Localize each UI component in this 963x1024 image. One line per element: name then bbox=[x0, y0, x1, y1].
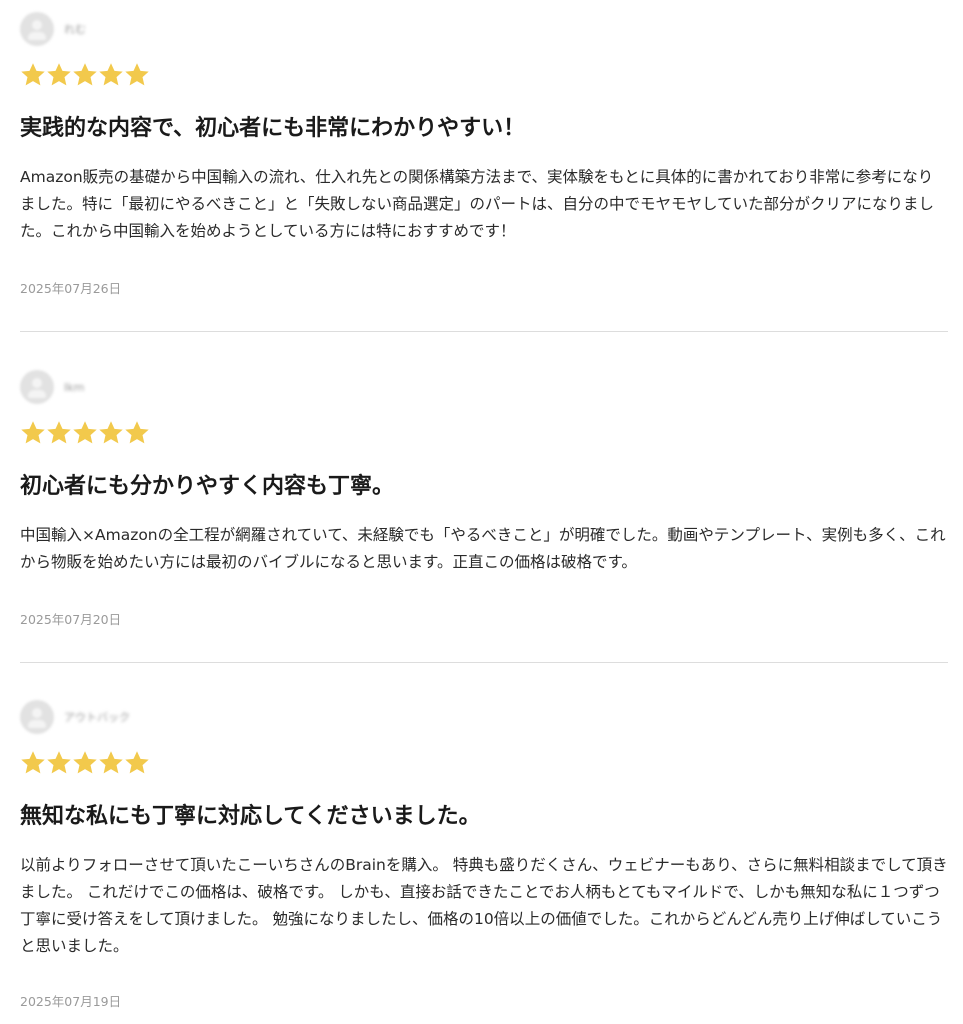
review-body: 以前よりフォローさせて頂いたこーいちさんのBrainを購入。 特典も盛りだくさん… bbox=[20, 856, 948, 955]
review-body: 中国輸入×Amazonの全工程が網羅されていて、未経験でも「やるべきこと」が明確… bbox=[20, 526, 946, 571]
avatar bbox=[20, 700, 54, 734]
star-rating bbox=[20, 420, 948, 448]
review-title: 無知な私にも丁寧に対応してくださいました。 bbox=[20, 804, 481, 829]
review-body: Amazon販売の基礎から中国輸入の流れ、仕入れ先との関係構築方法まで、実体験を… bbox=[20, 168, 935, 240]
review-list: れむ 実践的な内容で、初心者にも非常にわかりやすい！ Amazon販売の基礎から… bbox=[0, 0, 963, 1024]
star-rating bbox=[20, 62, 948, 90]
avatar bbox=[20, 370, 54, 404]
star-icon bbox=[73, 63, 97, 86]
reviewer-name: アウトバック bbox=[64, 711, 130, 724]
reviewer: Ikm bbox=[20, 370, 948, 404]
star-icon bbox=[73, 421, 97, 444]
star-icon bbox=[125, 421, 149, 444]
review-item: れむ 実践的な内容で、初心者にも非常にわかりやすい！ Amazon販売の基礎から… bbox=[20, 12, 948, 245]
review-item: アウトバック 無知な私にも丁寧に対応してくださいました。 以前よりフォローさせて… bbox=[20, 700, 948, 960]
star-icon bbox=[21, 63, 45, 86]
reviewer: れむ bbox=[20, 12, 948, 46]
reviewer-name: Ikm bbox=[64, 380, 85, 394]
review-date: 2025年07月26日 bbox=[20, 281, 122, 296]
star-icon bbox=[99, 751, 123, 774]
star-icon bbox=[47, 751, 71, 774]
review-date: 2025年07月20日 bbox=[20, 612, 122, 627]
star-icon bbox=[47, 63, 71, 86]
star-rating bbox=[20, 750, 948, 778]
star-icon bbox=[21, 751, 45, 774]
star-icon bbox=[99, 421, 123, 444]
star-icon bbox=[125, 63, 149, 86]
review-title: 実践的な内容で、初心者にも非常にわかりやすい！ bbox=[20, 116, 526, 141]
review-title: 初心者にも分かりやすく内容も丁寧。 bbox=[20, 474, 395, 499]
star-icon bbox=[125, 751, 149, 774]
avatar bbox=[20, 12, 54, 46]
star-icon bbox=[21, 421, 45, 444]
star-icon bbox=[73, 751, 97, 774]
reviewer-name: れむ bbox=[64, 23, 86, 36]
divider bbox=[20, 331, 948, 332]
star-icon bbox=[99, 63, 123, 86]
review-item: Ikm 初心者にも分かりやすく内容も丁寧。 中国輸入×Amazonの全工程が網羅… bbox=[20, 370, 948, 576]
star-icon bbox=[47, 421, 71, 444]
review-date: 2025年07月19日 bbox=[20, 994, 122, 1009]
reviewer: アウトバック bbox=[20, 700, 948, 734]
divider bbox=[20, 662, 948, 663]
